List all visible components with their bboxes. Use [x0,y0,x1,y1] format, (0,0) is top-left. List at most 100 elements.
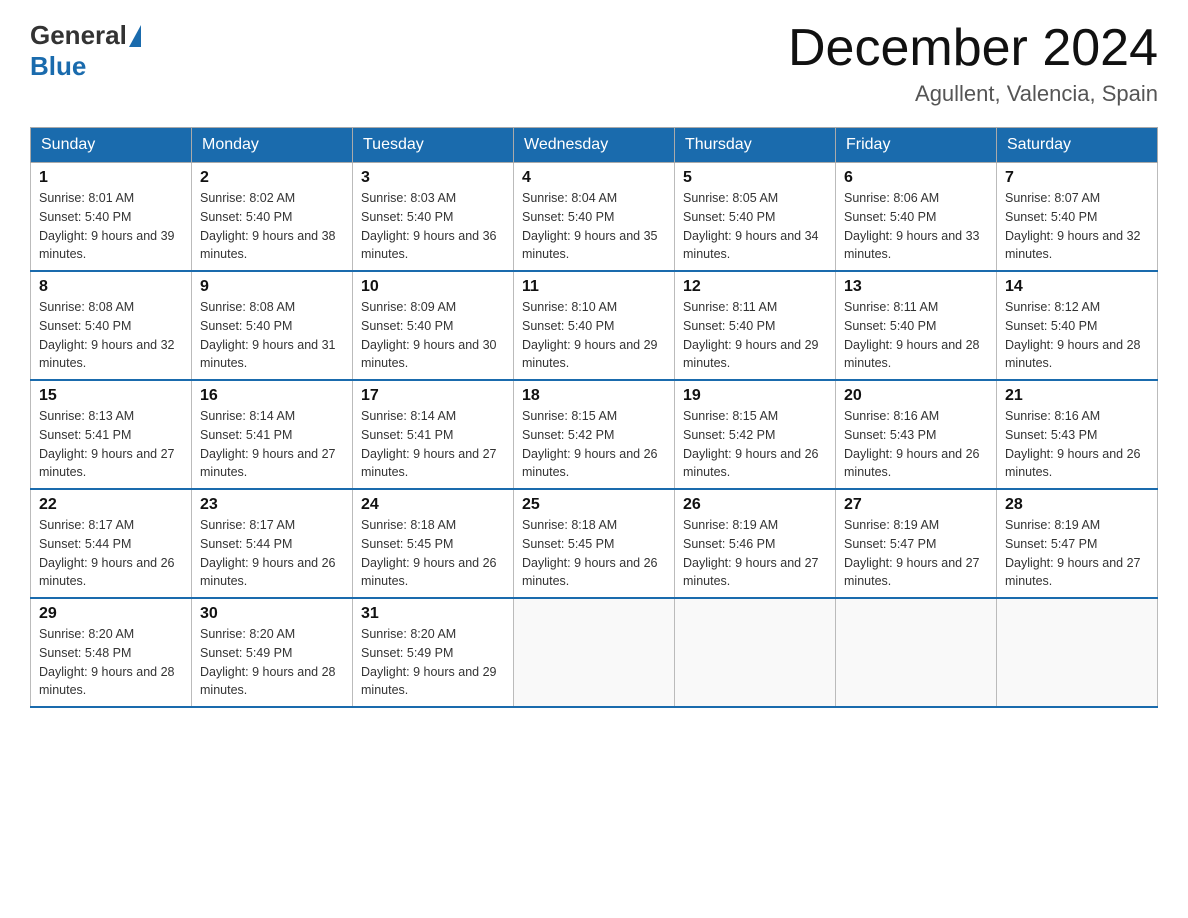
col-sunday: Sunday [31,128,192,163]
day-number: 29 [39,605,183,623]
calendar-week-row: 15 Sunrise: 8:13 AMSunset: 5:41 PMDaylig… [31,380,1158,489]
day-number: 27 [844,496,988,514]
day-info: Sunrise: 8:13 AMSunset: 5:41 PMDaylight:… [39,409,175,479]
day-number: 3 [361,169,505,187]
day-number: 12 [683,278,827,296]
day-number: 21 [1005,387,1149,405]
day-number: 26 [683,496,827,514]
table-row: 29 Sunrise: 8:20 AMSunset: 5:48 PMDaylig… [31,598,192,707]
table-row: 26 Sunrise: 8:19 AMSunset: 5:46 PMDaylig… [675,489,836,598]
table-row: 5 Sunrise: 8:05 AMSunset: 5:40 PMDayligh… [675,163,836,272]
table-row: 18 Sunrise: 8:15 AMSunset: 5:42 PMDaylig… [514,380,675,489]
table-row: 25 Sunrise: 8:18 AMSunset: 5:45 PMDaylig… [514,489,675,598]
day-info: Sunrise: 8:17 AMSunset: 5:44 PMDaylight:… [39,518,175,588]
day-number: 17 [361,387,505,405]
day-info: Sunrise: 8:09 AMSunset: 5:40 PMDaylight:… [361,300,497,370]
calendar-week-row: 22 Sunrise: 8:17 AMSunset: 5:44 PMDaylig… [31,489,1158,598]
day-info: Sunrise: 8:07 AMSunset: 5:40 PMDaylight:… [1005,191,1141,261]
col-tuesday: Tuesday [353,128,514,163]
table-row: 20 Sunrise: 8:16 AMSunset: 5:43 PMDaylig… [836,380,997,489]
title-block: December 2024 Agullent, Valencia, Spain [788,20,1158,107]
table-row: 15 Sunrise: 8:13 AMSunset: 5:41 PMDaylig… [31,380,192,489]
logo-blue-text: Blue [30,51,86,81]
table-row: 24 Sunrise: 8:18 AMSunset: 5:45 PMDaylig… [353,489,514,598]
col-thursday: Thursday [675,128,836,163]
day-info: Sunrise: 8:11 AMSunset: 5:40 PMDaylight:… [683,300,819,370]
table-row [836,598,997,707]
table-row: 1 Sunrise: 8:01 AMSunset: 5:40 PMDayligh… [31,163,192,272]
day-info: Sunrise: 8:16 AMSunset: 5:43 PMDaylight:… [1005,409,1141,479]
calendar-week-row: 8 Sunrise: 8:08 AMSunset: 5:40 PMDayligh… [31,271,1158,380]
day-number: 4 [522,169,666,187]
day-info: Sunrise: 8:17 AMSunset: 5:44 PMDaylight:… [200,518,336,588]
day-info: Sunrise: 8:02 AMSunset: 5:40 PMDaylight:… [200,191,336,261]
col-friday: Friday [836,128,997,163]
col-saturday: Saturday [997,128,1158,163]
table-row [514,598,675,707]
day-info: Sunrise: 8:15 AMSunset: 5:42 PMDaylight:… [683,409,819,479]
table-row: 16 Sunrise: 8:14 AMSunset: 5:41 PMDaylig… [192,380,353,489]
table-row: 23 Sunrise: 8:17 AMSunset: 5:44 PMDaylig… [192,489,353,598]
table-row: 22 Sunrise: 8:17 AMSunset: 5:44 PMDaylig… [31,489,192,598]
day-info: Sunrise: 8:08 AMSunset: 5:40 PMDaylight:… [200,300,336,370]
table-row: 6 Sunrise: 8:06 AMSunset: 5:40 PMDayligh… [836,163,997,272]
day-number: 1 [39,169,183,187]
day-number: 28 [1005,496,1149,514]
day-info: Sunrise: 8:18 AMSunset: 5:45 PMDaylight:… [522,518,658,588]
day-info: Sunrise: 8:20 AMSunset: 5:49 PMDaylight:… [361,627,497,697]
day-number: 13 [844,278,988,296]
day-number: 7 [1005,169,1149,187]
table-row: 10 Sunrise: 8:09 AMSunset: 5:40 PMDaylig… [353,271,514,380]
day-number: 16 [200,387,344,405]
day-info: Sunrise: 8:08 AMSunset: 5:40 PMDaylight:… [39,300,175,370]
day-number: 31 [361,605,505,623]
day-info: Sunrise: 8:14 AMSunset: 5:41 PMDaylight:… [361,409,497,479]
table-row: 30 Sunrise: 8:20 AMSunset: 5:49 PMDaylig… [192,598,353,707]
day-info: Sunrise: 8:11 AMSunset: 5:40 PMDaylight:… [844,300,980,370]
table-row: 4 Sunrise: 8:04 AMSunset: 5:40 PMDayligh… [514,163,675,272]
table-row: 13 Sunrise: 8:11 AMSunset: 5:40 PMDaylig… [836,271,997,380]
calendar-table: Sunday Monday Tuesday Wednesday Thursday… [30,127,1158,708]
day-number: 30 [200,605,344,623]
day-number: 6 [844,169,988,187]
table-row: 11 Sunrise: 8:10 AMSunset: 5:40 PMDaylig… [514,271,675,380]
day-info: Sunrise: 8:19 AMSunset: 5:47 PMDaylight:… [844,518,980,588]
day-number: 25 [522,496,666,514]
calendar-week-row: 29 Sunrise: 8:20 AMSunset: 5:48 PMDaylig… [31,598,1158,707]
logo-general-text: General [30,20,127,51]
col-monday: Monday [192,128,353,163]
table-row: 27 Sunrise: 8:19 AMSunset: 5:47 PMDaylig… [836,489,997,598]
table-row: 9 Sunrise: 8:08 AMSunset: 5:40 PMDayligh… [192,271,353,380]
day-info: Sunrise: 8:14 AMSunset: 5:41 PMDaylight:… [200,409,336,479]
col-wednesday: Wednesday [514,128,675,163]
day-number: 11 [522,278,666,296]
day-number: 5 [683,169,827,187]
table-row: 12 Sunrise: 8:11 AMSunset: 5:40 PMDaylig… [675,271,836,380]
day-number: 23 [200,496,344,514]
day-number: 18 [522,387,666,405]
day-number: 8 [39,278,183,296]
day-number: 10 [361,278,505,296]
day-number: 24 [361,496,505,514]
logo-triangle-icon [129,25,141,47]
calendar-week-row: 1 Sunrise: 8:01 AMSunset: 5:40 PMDayligh… [31,163,1158,272]
table-row: 2 Sunrise: 8:02 AMSunset: 5:40 PMDayligh… [192,163,353,272]
page-header: General Blue December 2024 Agullent, Val… [30,20,1158,107]
day-info: Sunrise: 8:04 AMSunset: 5:40 PMDaylight:… [522,191,658,261]
table-row: 21 Sunrise: 8:16 AMSunset: 5:43 PMDaylig… [997,380,1158,489]
day-number: 19 [683,387,827,405]
day-info: Sunrise: 8:18 AMSunset: 5:45 PMDaylight:… [361,518,497,588]
day-number: 22 [39,496,183,514]
day-number: 20 [844,387,988,405]
day-number: 2 [200,169,344,187]
day-info: Sunrise: 8:16 AMSunset: 5:43 PMDaylight:… [844,409,980,479]
table-row: 8 Sunrise: 8:08 AMSunset: 5:40 PMDayligh… [31,271,192,380]
day-number: 14 [1005,278,1149,296]
day-info: Sunrise: 8:20 AMSunset: 5:48 PMDaylight:… [39,627,175,697]
day-number: 15 [39,387,183,405]
month-title: December 2024 [788,20,1158,77]
day-info: Sunrise: 8:19 AMSunset: 5:47 PMDaylight:… [1005,518,1141,588]
table-row [675,598,836,707]
day-info: Sunrise: 8:10 AMSunset: 5:40 PMDaylight:… [522,300,658,370]
table-row: 7 Sunrise: 8:07 AMSunset: 5:40 PMDayligh… [997,163,1158,272]
